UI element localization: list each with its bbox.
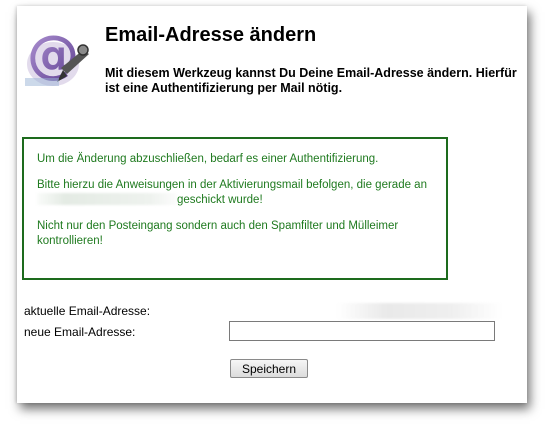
svg-text:@: @ — [27, 25, 79, 85]
save-button[interactable]: Speichern — [230, 359, 308, 378]
notice-instructions-suffix: geschickt wurde! — [177, 194, 263, 206]
redacted-email — [37, 193, 177, 205]
new-email-label: neue Email-Adresse: — [24, 325, 136, 339]
notice-instructions-text: Bitte hierzu die Anweisungen in der Akti… — [37, 179, 427, 191]
notice-line-completion: Um die Änderung abzuschließen, bedarf es… — [37, 153, 379, 165]
page-title: Email-Adresse ändern — [105, 24, 317, 46]
page-subtitle: Mit diesem Werkzeug kannst Du Deine Emai… — [105, 66, 517, 95]
current-email-value-redacted — [337, 303, 502, 319]
authentication-notice: Um die Änderung abzuschließen, bedarf es… — [22, 137, 448, 280]
notice-line-instructions: Bitte hierzu die Anweisungen in der Akti… — [37, 178, 446, 208]
new-email-input[interactable] — [229, 321, 495, 341]
current-email-label: aktuelle Email-Adresse: — [24, 304, 151, 318]
notice-line-spam: Nicht nur den Posteingang sondern auch d… — [37, 220, 399, 247]
email-change-window: @ Email-Adresse ändern Mit diesem Werkze… — [17, 6, 527, 403]
email-at-sign-icon: @ — [25, 25, 89, 86]
